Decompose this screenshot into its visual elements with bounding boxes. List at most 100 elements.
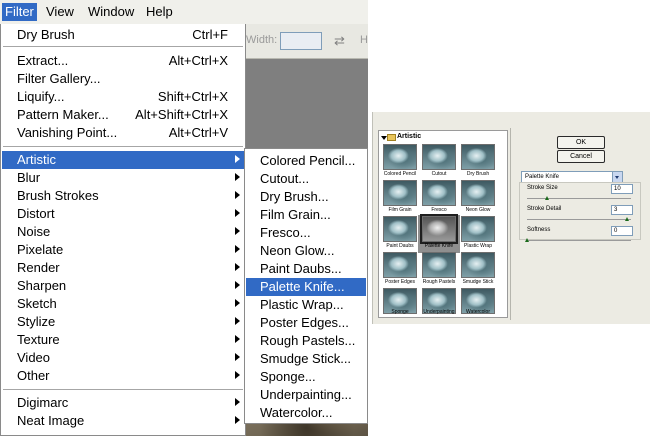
menu-item-label: Brush Strokes [17,188,99,203]
thumbnail-rough-pastels[interactable] [422,252,456,278]
softness-input[interactable]: 0 [611,226,633,236]
thumbnail-label: Cutout [431,171,447,177]
menu-item-shortcut: Ctrl+F [192,27,228,42]
submenu-item-label: Fresco... [260,225,311,240]
menu-item-liquify[interactable]: Liquify... Shift+Ctrl+X [2,88,244,106]
swap-dimensions-icon[interactable]: ⇄ [334,33,345,49]
menu-item-other[interactable]: Other [2,367,244,385]
cancel-button[interactable]: Cancel [557,150,605,163]
width-field[interactable] [280,32,322,50]
submenu-arrow-icon [235,155,240,163]
menu-item-sketch[interactable]: Sketch [2,295,244,313]
submenu-item-smudge-stick[interactable]: Smudge Stick... [246,350,366,368]
folder-icon [387,134,396,141]
menu-item-render[interactable]: Render [2,259,244,277]
menu-item-label: Artistic [17,152,56,167]
submenu-item-neon-glow[interactable]: Neon Glow... [246,242,366,260]
submenu-item-paint-daubs[interactable]: Paint Daubs... [246,260,366,278]
submenu-arrow-icon [235,227,240,235]
stroke-size-slider[interactable] [527,198,631,199]
submenu-item-label: Smudge Stick... [260,351,352,366]
menu-item-pixelate[interactable]: Pixelate [2,241,244,259]
menu-item-noise[interactable]: Noise [2,223,244,241]
menu-item-shortcut: Shift+Ctrl+X [157,89,228,104]
menu-bar: Filter View Window Help [0,0,368,25]
thumbnail-cutout[interactable] [422,144,456,170]
submenu-item-label: Plastic Wrap... [260,297,344,312]
submenu-item-film-grain[interactable]: Film Grain... [246,206,366,224]
submenu-item-underpainting[interactable]: Underpainting... [246,386,366,404]
submenu-item-sponge[interactable]: Sponge... [246,368,366,386]
menu-item-sharpen[interactable]: Sharpen [2,277,244,295]
menu-help[interactable]: Help [143,3,176,21]
menu-item-stylize[interactable]: Stylize [2,313,244,331]
thumbnail-label: Neon Glow [465,207,491,213]
submenu-item-plastic-wrap[interactable]: Plastic Wrap... [246,296,366,314]
softness-slider-handle[interactable] [525,238,529,242]
stroke-size-input[interactable]: 10 [611,184,633,194]
menu-item-dry-brush[interactable]: Dry Brush Ctrl+F [2,26,244,44]
menu-item-filter-gallery[interactable]: Filter Gallery... [2,70,244,88]
menu-item-label: Pixelate [17,242,64,257]
submenu-arrow-icon [235,371,240,379]
softness-slider[interactable] [527,240,631,241]
menu-filter[interactable]: Filter [2,3,37,21]
options-bar: Width: ⇄ H [246,24,368,59]
submenu-item-dry-brush[interactable]: Dry Brush... [246,188,366,206]
menu-item-label: Filter Gallery... [17,71,101,86]
menu-item-blur[interactable]: Blur [2,169,244,187]
menu-item-artistic[interactable]: Artistic [2,151,244,169]
thumbnail-fresco[interactable] [422,180,456,206]
thumbnail-neon-glow[interactable] [461,180,495,206]
stroke-detail-input[interactable]: 3 [611,205,633,215]
thumbnail-smudge-stick[interactable] [461,252,495,278]
thumbnail-label: Film Grain [388,207,412,213]
ok-button[interactable]: OK [557,136,605,149]
submenu-item-label: Film Grain... [260,207,331,222]
submenu-arrow-icon [235,245,240,253]
stroke-size-slider-handle[interactable] [545,196,549,200]
menu-item-texture[interactable]: Texture [2,331,244,349]
menu-item-neat-image[interactable]: Neat Image [2,412,244,430]
chevron-down-icon[interactable] [612,172,622,182]
thumbnail-film-grain[interactable] [383,180,417,206]
submenu-item-label: Paint Daubs... [260,261,342,276]
thumbnail-paint-daubs[interactable] [383,216,417,242]
thumbnail-dry-brush[interactable] [461,144,495,170]
stroke-detail-slider[interactable] [527,219,631,220]
thumbnail-colored-pencil[interactable] [383,144,417,170]
submenu-item-label: Poster Edges... [260,315,349,330]
thumbnail-poster-edges[interactable] [383,252,417,278]
submenu-item-fresco[interactable]: Fresco... [246,224,366,242]
menu-item-label: Sharpen [17,278,67,293]
menu-item-extract[interactable]: Extract... Alt+Ctrl+X [2,52,244,70]
thumbnail-label: Paint Daubs [386,243,414,249]
submenu-item-rough-pastels[interactable]: Rough Pastels... [246,332,366,350]
thumbnail-label: Sponge [391,309,409,315]
category-label[interactable]: Artistic [397,133,421,140]
thumbnail-plastic-wrap[interactable] [461,216,495,242]
menu-item-brush-strokes[interactable]: Brush Strokes [2,187,244,205]
stroke-detail-slider-handle[interactable] [625,217,629,221]
thumbnail-palette-knife[interactable] [420,214,458,244]
menu-view[interactable]: View [43,3,77,21]
submenu-item-label: Dry Brush... [260,189,329,204]
submenu-arrow-icon [235,353,240,361]
submenu-item-poster-edges[interactable]: Poster Edges... [246,314,366,332]
menu-item-vanishing-point[interactable]: Vanishing Point... Alt+Ctrl+V [2,124,244,142]
menu-separator [3,146,243,147]
submenu-item-colored-pencil[interactable]: Colored Pencil... [246,152,366,170]
menu-separator [3,389,243,390]
menu-item-digimarc[interactable]: Digimarc [2,394,244,412]
menu-item-pattern-maker[interactable]: Pattern Maker... Alt+Shift+Ctrl+X [2,106,244,124]
submenu-arrow-icon [235,191,240,199]
menu-item-distort[interactable]: Distort [2,205,244,223]
menu-window[interactable]: Window [85,3,137,21]
submenu-item-palette-knife[interactable]: Palette Knife... [246,278,366,296]
submenu-item-watercolor[interactable]: Watercolor... [246,404,366,422]
submenu-arrow-icon [235,209,240,217]
filter-gallery-dialog: Artistic Colored Pencil Cutout Dry Brush… [372,112,650,324]
menu-item-shortcut: Alt+Ctrl+V [168,125,228,140]
submenu-item-cutout[interactable]: Cutout... [246,170,366,188]
menu-item-video[interactable]: Video [2,349,244,367]
